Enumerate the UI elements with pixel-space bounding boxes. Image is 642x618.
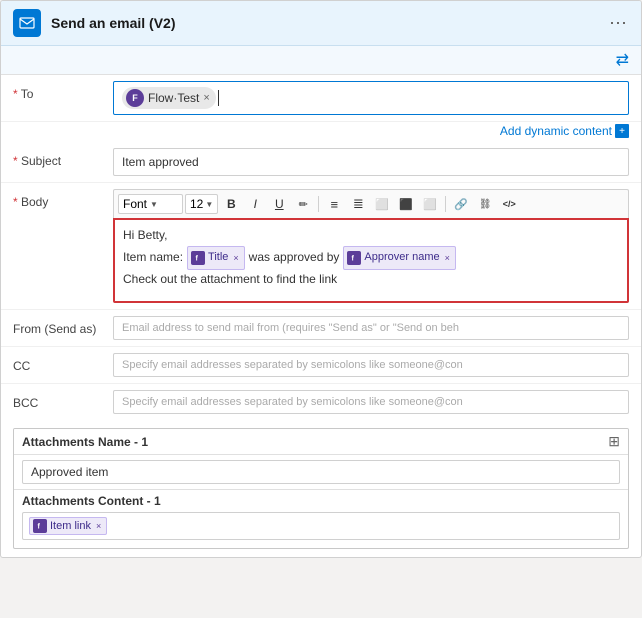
dynamic-content-plus-icon: + <box>615 124 629 138</box>
align-left-button[interactable]: ⬜ <box>371 193 393 215</box>
attachments-section: Attachments Name - 1 ⊞ Attachments Conte… <box>13 428 629 549</box>
cc-row: CC Specify email addresses separated by … <box>1 347 641 384</box>
align-center-button[interactable]: ⬛ <box>395 193 417 215</box>
code-button[interactable]: </> <box>498 193 520 215</box>
bcc-row: BCC Specify email addresses separated by… <box>1 384 641 420</box>
attachments-content-field[interactable]: f Item link × <box>22 512 620 540</box>
bold-button[interactable]: B <box>220 193 242 215</box>
attachments-copy-icon[interactable]: ⊞ <box>608 433 620 450</box>
from-row: From (Send as) Email address to send mai… <box>1 310 641 347</box>
title-token-icon: f <box>191 251 205 265</box>
add-dynamic-content-link[interactable]: Add dynamic content + <box>500 124 629 138</box>
body-item-name-prefix: Item name: <box>123 247 183 269</box>
text-cursor <box>218 90 219 106</box>
attachments-name-input[interactable] <box>22 460 620 484</box>
email-icon <box>13 9 41 37</box>
body-label: * Body <box>13 189 113 209</box>
form-body: * To F Flow·Test × Add dynamic content +… <box>1 75 641 420</box>
token-avatar: F <box>126 89 144 107</box>
attachments-name-title: Attachments Name - 1 <box>22 435 148 449</box>
body-required-star: * <box>13 195 18 209</box>
title-token-label: Title <box>208 248 228 268</box>
subject-required-star: * <box>13 154 18 168</box>
email-action-header: Send an email (V2) ⋯ <box>1 1 641 46</box>
dynamic-content-row: Add dynamic content + <box>1 122 641 142</box>
approver-dynamic-token: f Approver name × <box>343 246 455 270</box>
token-remove-button[interactable]: × <box>203 92 209 104</box>
align-right-button[interactable]: ⬜ <box>419 193 441 215</box>
to-token-flowtest: F Flow·Test × <box>122 87 216 109</box>
bullet-list-button[interactable]: ≡ <box>323 193 345 215</box>
font-size-label: 12 <box>190 197 203 211</box>
token-label: Flow·Test <box>148 91 199 105</box>
subject-row: * Subject <box>1 142 641 183</box>
from-input[interactable]: Email address to send mail from (require… <box>113 316 629 340</box>
swap-row: ⇄ <box>1 46 641 75</box>
body-approved-by-text: was approved by <box>249 247 340 269</box>
attachments-content-section: Attachments Content - 1 f Item link × <box>14 490 628 548</box>
to-input-field[interactable]: F Flow·Test × <box>113 81 629 115</box>
title-token-remove[interactable]: × <box>233 250 238 266</box>
font-size-arrow: ▼ <box>205 200 213 209</box>
unlink-button[interactable]: ⛓ <box>474 193 496 215</box>
approver-token-remove[interactable]: × <box>445 250 450 266</box>
attachments-name-field <box>14 455 628 490</box>
subject-input[interactable] <box>113 148 629 176</box>
highlight-button[interactable]: ✏ <box>292 193 314 215</box>
from-label: From (Send as) <box>13 316 113 336</box>
item-link-token-icon: f <box>33 519 47 533</box>
item-link-dynamic-token: f Item link × <box>29 517 107 535</box>
body-editor-area[interactable]: Hi Betty, Item name: f Title × was appro… <box>113 218 629 303</box>
to-required-star: * <box>13 87 18 101</box>
swap-icon[interactable]: ⇄ <box>616 50 629 70</box>
subject-label: * Subject <box>13 148 113 168</box>
numbered-list-button[interactable]: ≣ <box>347 193 369 215</box>
approver-token-icon: f <box>347 251 361 265</box>
title-dynamic-token: f Title × <box>187 246 245 270</box>
bcc-input[interactable]: Specify email addresses separated by sem… <box>113 390 629 414</box>
item-link-token-label: Item link <box>50 520 91 532</box>
body-line-check: Check out the attachment to find the lin… <box>123 270 619 288</box>
dynamic-content-label: Add dynamic content <box>500 124 612 138</box>
more-options-button[interactable]: ⋯ <box>609 13 629 34</box>
font-label: Font <box>123 197 147 211</box>
body-line-item-name: Item name: f Title × was approved by f <box>123 246 619 270</box>
body-line-greeting: Hi Betty, <box>123 226 619 244</box>
approver-token-label: Approver name <box>364 248 439 268</box>
to-label: * To <box>13 81 113 101</box>
attachments-name-header: Attachments Name - 1 ⊞ <box>14 429 628 455</box>
underline-button[interactable]: U <box>268 193 290 215</box>
body-editor-wrap: Font ▼ 12 ▼ B I U ✏ ≡ ≣ ⬜ ⬛ ⬜ <box>113 189 629 303</box>
cc-input[interactable]: Specify email addresses separated by sem… <box>113 353 629 377</box>
font-selector[interactable]: Font ▼ <box>118 194 183 214</box>
attachments-content-title: Attachments Content - 1 <box>22 494 620 508</box>
font-size-selector[interactable]: 12 ▼ <box>185 194 218 214</box>
font-dropdown-arrow: ▼ <box>150 200 158 209</box>
bcc-label: BCC <box>13 390 113 410</box>
item-link-token-remove[interactable]: × <box>96 521 101 531</box>
body-toolbar: Font ▼ 12 ▼ B I U ✏ ≡ ≣ ⬜ ⬛ ⬜ <box>113 189 629 218</box>
to-row: * To F Flow·Test × <box>1 75 641 122</box>
header-title: Send an email (V2) <box>51 15 609 31</box>
link-button[interactable]: 🔗 <box>450 193 472 215</box>
toolbar-divider-1 <box>318 196 319 212</box>
cc-label: CC <box>13 353 113 373</box>
toolbar-divider-2 <box>445 196 446 212</box>
italic-button[interactable]: I <box>244 193 266 215</box>
body-row: * Body Font ▼ 12 ▼ B I U ✏ <box>1 183 641 310</box>
